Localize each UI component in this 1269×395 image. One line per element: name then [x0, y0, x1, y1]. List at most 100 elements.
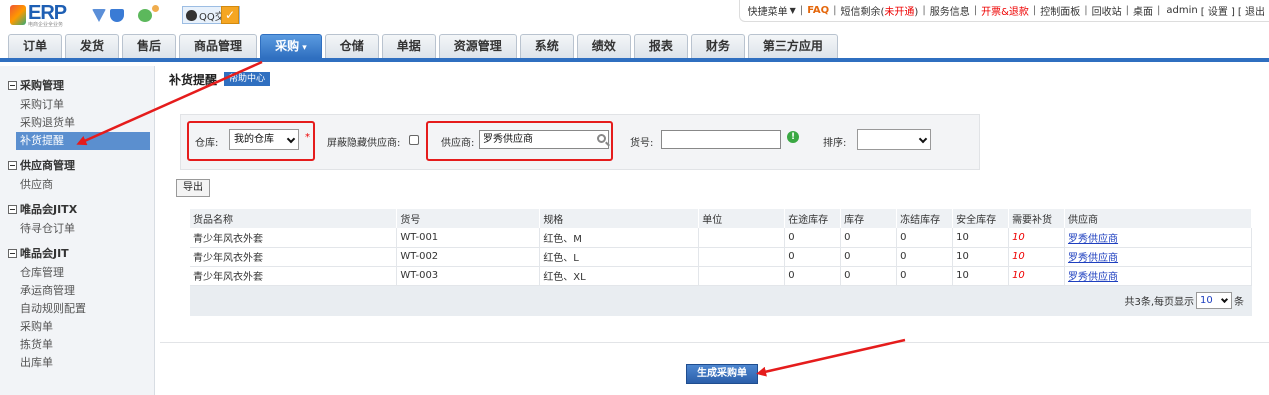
- erp-logo[interactable]: ERP 电商企业全业务: [10, 2, 80, 28]
- sidebar-item[interactable]: 补货提醒: [16, 132, 150, 150]
- checkbox-orange-icon[interactable]: ✓: [221, 6, 239, 24]
- table-cell: WT-001: [396, 228, 541, 248]
- nav-item-10[interactable]: 报表: [633, 34, 688, 58]
- table-cell: 青少年风衣外套: [190, 228, 398, 248]
- table-cell: 10: [952, 228, 1010, 248]
- v-icon[interactable]: [92, 9, 106, 22]
- nav-item-6[interactable]: 单据: [381, 34, 436, 58]
- collapse-icon[interactable]: [8, 204, 17, 214]
- collapse-icon[interactable]: [8, 248, 17, 258]
- column-header[interactable]: 货品名称: [190, 209, 398, 228]
- table-cell: WT-003: [396, 266, 541, 286]
- wechat-icon[interactable]: [138, 9, 152, 22]
- control-panel-link[interactable]: 控制面板: [1040, 3, 1080, 18]
- generate-purchase-order-button[interactable]: 生成采购单: [686, 364, 758, 384]
- nav-item-4[interactable]: 采购 ▾: [260, 34, 322, 58]
- table-body: 青少年风衣外套 WT-001 红色、M 0 0 0 10 10 罗秀供应商 青少年风衣外套 WT-0…: [190, 228, 1252, 286]
- table-cell: 红色、XL: [539, 266, 700, 286]
- sidebar-section[interactable]: 采购管理: [8, 78, 154, 92]
- sidebar-item[interactable]: 自动规则配置: [0, 300, 154, 318]
- column-header[interactable]: 货号: [396, 209, 541, 228]
- nav-item-1[interactable]: 发货: [65, 34, 120, 58]
- sku-input[interactable]: [661, 130, 781, 149]
- annotation-box-supplier: [426, 121, 613, 161]
- column-header[interactable]: 需要补货: [1008, 209, 1066, 228]
- nav-active-label: 采购: [275, 39, 300, 53]
- sidebar-section-title: 采购管理: [20, 79, 64, 92]
- column-header[interactable]: 冻结库存: [896, 209, 954, 228]
- table-cell: 0: [784, 266, 842, 286]
- sidebar-item[interactable]: 承运商管理: [0, 282, 154, 300]
- sidebar: 采购管理采购订单 采购退货单 补货提醒供应商管理供应商唯品会JITX 待寻仓订单唯品会…: [0, 66, 155, 395]
- table-cell: 10: [952, 247, 1010, 267]
- help-center-tag[interactable]: 帮助中心: [224, 72, 271, 86]
- faq-link[interactable]: FAQ: [807, 5, 829, 16]
- table-cell: 0: [840, 266, 898, 286]
- column-header[interactable]: 安全库存: [952, 209, 1010, 228]
- invoice-refund-link[interactable]: 开票&退款: [981, 3, 1029, 18]
- quick-menu-link[interactable]: 快捷菜单: [748, 3, 788, 18]
- qq-penguin-icon: [186, 9, 197, 21]
- export-button[interactable]: 导出: [176, 179, 210, 197]
- hide-supplier-checkbox[interactable]: [409, 135, 419, 145]
- nav-item-5[interactable]: 仓储: [324, 34, 379, 58]
- divider: [160, 342, 1269, 343]
- sidebar-section[interactable]: 唯品会JIT: [8, 246, 154, 260]
- collapse-icon[interactable]: [8, 160, 17, 170]
- pagination-suffix: 条: [1234, 297, 1244, 308]
- nav-item-11[interactable]: 财务: [690, 34, 745, 58]
- sidebar-item[interactable]: 采购订单: [0, 96, 154, 114]
- sidebar-item[interactable]: 仓库管理: [0, 264, 154, 282]
- table-cell: 0: [840, 228, 898, 248]
- collapse-icon[interactable]: [8, 80, 17, 90]
- shield-icon[interactable]: [110, 9, 124, 22]
- sidebar-item[interactable]: 拣货单: [0, 336, 154, 354]
- table-cell: WT-002: [396, 247, 541, 267]
- nav-item-3[interactable]: 商品管理: [179, 34, 258, 58]
- sidebar-section[interactable]: 供应商管理: [8, 158, 154, 172]
- nav-item-0[interactable]: 订单: [8, 34, 63, 58]
- settings-link[interactable]: [ 设置 ]: [1201, 3, 1235, 18]
- table-cell: 10: [1008, 247, 1066, 267]
- sidebar-item[interactable]: 出库单: [0, 354, 154, 372]
- nav-item-12[interactable]: 第三方应用: [747, 34, 838, 58]
- sort-select[interactable]: [857, 129, 931, 150]
- sidebar-item[interactable]: 供应商: [0, 176, 154, 194]
- recycle-bin-link[interactable]: 回收站: [1092, 3, 1122, 18]
- desktop-link[interactable]: 桌面: [1133, 3, 1153, 18]
- sidebar-item[interactable]: 采购退货单: [0, 114, 154, 132]
- quick-menu-caret-icon[interactable]: ▼: [790, 6, 796, 15]
- table-cell: [698, 228, 786, 248]
- table-cell: 红色、L: [539, 247, 700, 267]
- chevron-down-icon: [918, 134, 928, 144]
- nav-item-2[interactable]: 售后: [122, 34, 177, 58]
- supplier-link[interactable]: 罗秀供应商: [1064, 247, 1252, 267]
- sidebar-section-title: 唯品会JITX: [20, 203, 78, 216]
- column-header[interactable]: 规格: [539, 209, 700, 228]
- nav-item-8[interactable]: 系统: [519, 34, 574, 58]
- column-header[interactable]: 供应商: [1064, 209, 1252, 228]
- nav-item-9[interactable]: 绩效: [576, 34, 631, 58]
- table-row: 青少年风衣外套 WT-003 红色、XL 0 0 0 10 10 罗秀供应商: [190, 266, 1252, 286]
- service-info-link[interactable]: 服务信息: [930, 3, 970, 18]
- sku-label: 货号:: [630, 138, 654, 149]
- supplier-link[interactable]: 罗秀供应商: [1064, 266, 1252, 286]
- table-cell: 青少年风衣外套: [190, 266, 398, 286]
- column-header[interactable]: 在途库存: [784, 209, 842, 228]
- nav-item-7[interactable]: 资源管理: [438, 34, 517, 58]
- supplier-link[interactable]: 罗秀供应商: [1064, 228, 1252, 248]
- table-row: 青少年风衣外套 WT-002 红色、L 0 0 0 10 10 罗秀供应商: [190, 247, 1252, 267]
- help-icon[interactable]: !: [787, 131, 799, 143]
- sidebar-item[interactable]: 待寻仓订单: [0, 220, 154, 238]
- column-header[interactable]: 单位: [698, 209, 786, 228]
- sidebar-section[interactable]: 唯品会JITX: [8, 202, 154, 216]
- sort-label: 排序:: [823, 138, 847, 149]
- table-cell: 青少年风衣外套: [190, 247, 398, 267]
- page-size-select[interactable]: 10: [1196, 292, 1232, 309]
- annotation-box-warehouse: [187, 121, 315, 161]
- column-header[interactable]: 库存: [840, 209, 898, 228]
- pagination: 共3条,每页显示 10 条: [1124, 292, 1244, 309]
- sms-link[interactable]: 短信剩余(未开通): [841, 3, 919, 18]
- logout-link[interactable]: [ 退出: [1238, 3, 1265, 18]
- sidebar-item[interactable]: 采购单: [0, 318, 154, 336]
